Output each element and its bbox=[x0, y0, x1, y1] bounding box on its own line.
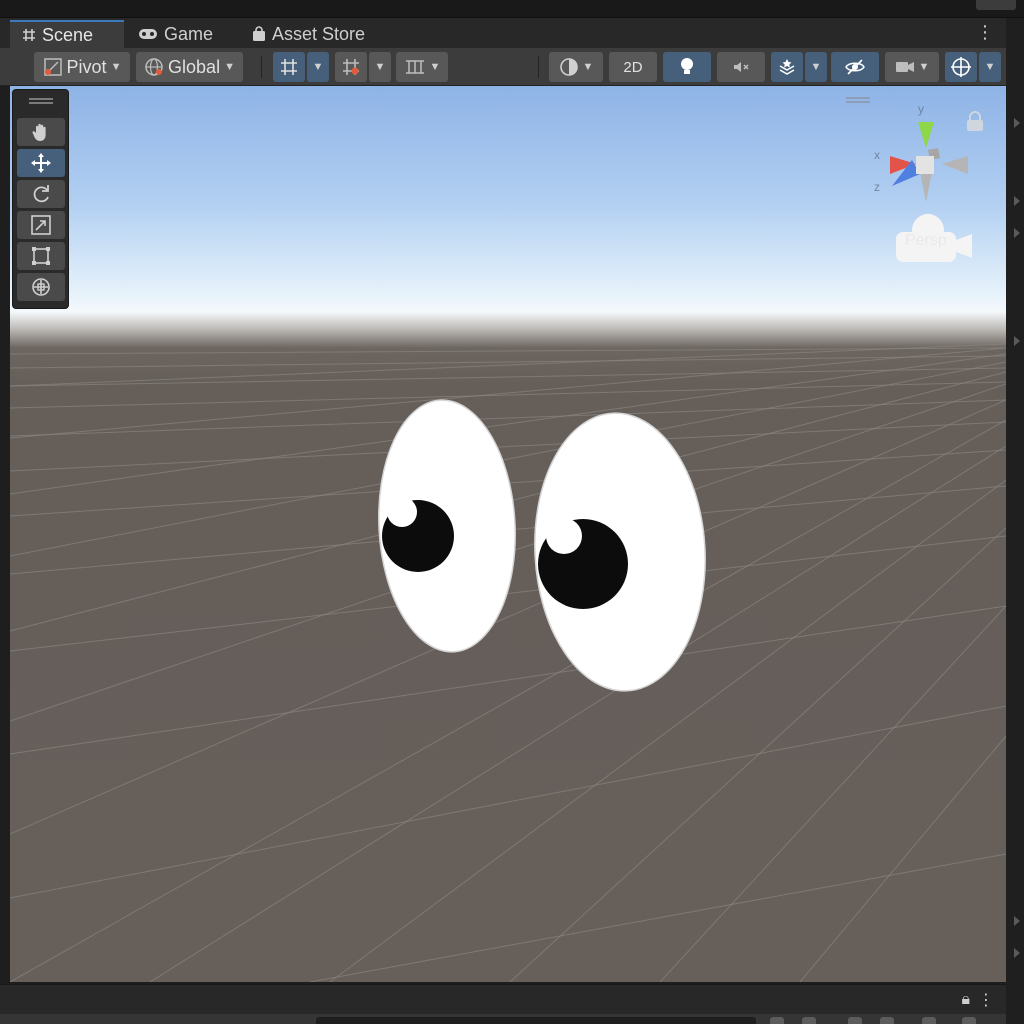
scale-tool-icon bbox=[31, 215, 51, 235]
tab-label: Game bbox=[164, 23, 214, 44]
lock-icon[interactable]: 🔒︎ bbox=[961, 991, 970, 1009]
pivot-icon bbox=[43, 58, 62, 76]
chevron-right-icon[interactable] bbox=[1014, 228, 1020, 238]
editor-top-strip bbox=[0, 0, 1024, 18]
toolbar-icon[interactable] bbox=[962, 1017, 976, 1024]
scene-toolbar: Pivot ▼ Global ▼ ▼ ▼ ▼ ▼ 2D ▼ ▼ ▼ bbox=[0, 48, 1006, 86]
palette-grip-icon[interactable] bbox=[29, 98, 53, 104]
adjacent-panel-edge bbox=[1006, 18, 1024, 1024]
pivot-label: Pivot bbox=[66, 56, 107, 77]
googly-eyes[interactable] bbox=[372, 397, 712, 696]
chevron-down-icon: ▼ bbox=[429, 61, 441, 73]
kebab-menu-icon[interactable]: ⋮ bbox=[978, 990, 994, 1010]
global-icon bbox=[145, 58, 163, 76]
toolbar-separator bbox=[538, 56, 539, 78]
chevron-down-icon: ▼ bbox=[110, 61, 122, 73]
move-tool-button[interactable] bbox=[17, 149, 65, 177]
mode-2d-label: 2D bbox=[623, 58, 643, 76]
gizmos-toggle[interactable] bbox=[945, 52, 977, 82]
chevron-right-icon[interactable] bbox=[1014, 118, 1020, 128]
toolbar-icon[interactable] bbox=[770, 1017, 784, 1024]
lighting-toggle[interactable] bbox=[663, 52, 711, 82]
gizmos-dropdown[interactable]: ▼ bbox=[979, 52, 1001, 82]
ruler-icon bbox=[405, 60, 424, 74]
effects-dropdown[interactable]: ▼ bbox=[805, 52, 827, 82]
rect-tool-icon bbox=[32, 247, 50, 265]
lock-icon[interactable] bbox=[962, 110, 988, 132]
tab-label: Scene bbox=[42, 24, 94, 45]
grid-snap-button[interactable] bbox=[273, 52, 305, 82]
chevron-down-icon: ▼ bbox=[374, 61, 386, 73]
chevron-down-icon: ▼ bbox=[984, 61, 996, 73]
tool-palette bbox=[12, 89, 69, 309]
tab-game[interactable]: Game bbox=[126, 20, 238, 48]
effects-icon bbox=[779, 59, 795, 75]
right-eye-highlight bbox=[546, 518, 582, 554]
toolbar-separator bbox=[261, 56, 262, 78]
light-bulb-icon bbox=[681, 58, 693, 74]
overlay-grip-icon[interactable] bbox=[846, 97, 870, 103]
search-input[interactable] bbox=[316, 1017, 756, 1024]
orientation-gizmo[interactable]: y x z bbox=[870, 98, 983, 278]
scene-visibility-toggle[interactable] bbox=[831, 52, 879, 82]
increment-snap-icon bbox=[343, 59, 359, 75]
scene-camera-dropdown[interactable]: ▼ bbox=[885, 52, 939, 82]
chevron-right-icon[interactable] bbox=[1014, 916, 1020, 926]
tab-asset-store[interactable]: Asset Store bbox=[240, 20, 390, 48]
audio-mute-icon bbox=[734, 62, 749, 72]
chevron-down-icon: ▼ bbox=[582, 61, 594, 73]
play-button-fragment[interactable] bbox=[976, 0, 1016, 10]
grid-snap-icon bbox=[281, 59, 297, 75]
transform-tool-icon bbox=[32, 278, 50, 296]
grid-snap-dropdown[interactable]: ▼ bbox=[307, 52, 329, 82]
move-tool-icon bbox=[31, 153, 51, 173]
kebab-menu-icon[interactable]: ⋮ bbox=[976, 22, 994, 43]
chevron-down-icon: ▼ bbox=[224, 61, 235, 73]
toolbar-icon[interactable] bbox=[802, 1017, 816, 1024]
chevron-right-icon[interactable] bbox=[1014, 948, 1020, 958]
chevron-down-icon: ▼ bbox=[312, 61, 324, 73]
shading-mode-dropdown[interactable]: ▼ bbox=[549, 52, 603, 82]
bottom-panel-header: 🔒︎ ⋮ bbox=[0, 984, 1006, 1014]
global-dropdown[interactable]: Global ▼ bbox=[136, 52, 243, 82]
grid-hash-icon bbox=[23, 29, 35, 41]
toolbar-icon[interactable] bbox=[922, 1017, 936, 1024]
global-label: Global bbox=[168, 56, 221, 77]
ruler-dropdown[interactable]: ▼ bbox=[396, 52, 448, 82]
shading-mode-icon bbox=[559, 58, 578, 76]
ground-grid bbox=[10, 341, 1006, 982]
tab-label: Asset Store bbox=[272, 23, 366, 44]
chevron-right-icon[interactable] bbox=[1014, 196, 1020, 206]
gizmos-icon bbox=[951, 57, 971, 77]
toolbar-icon[interactable] bbox=[880, 1017, 894, 1024]
hand-tool-button[interactable] bbox=[17, 118, 65, 146]
mode-2d-button[interactable]: 2D bbox=[609, 52, 657, 82]
toolbar-icon[interactable] bbox=[848, 1017, 862, 1024]
hand-tool-icon bbox=[32, 123, 46, 141]
chevron-right-icon[interactable] bbox=[1014, 336, 1020, 346]
tab-scene[interactable]: Scene bbox=[10, 20, 124, 48]
chevron-down-icon: ▼ bbox=[810, 61, 822, 73]
increment-snap-dropdown[interactable]: ▼ bbox=[369, 52, 391, 82]
scene-viewport[interactable] bbox=[10, 86, 1006, 982]
audio-toggle[interactable] bbox=[717, 52, 765, 82]
left-eye-highlight bbox=[387, 497, 417, 527]
rect-tool-button[interactable] bbox=[17, 242, 65, 270]
hidden-objects-icon bbox=[845, 59, 865, 75]
increment-snap-button[interactable] bbox=[335, 52, 367, 82]
scale-tool-button[interactable] bbox=[17, 211, 65, 239]
transform-tool-button[interactable] bbox=[17, 273, 65, 301]
rotate-tool-icon bbox=[33, 185, 49, 203]
gamepad-icon bbox=[139, 29, 157, 39]
scene-camera-icon bbox=[895, 62, 914, 72]
pivot-dropdown[interactable]: Pivot ▼ bbox=[34, 52, 130, 82]
scene-tab-bar: Scene Game Asset Store ⋮ bbox=[0, 18, 1006, 48]
chevron-down-icon: ▼ bbox=[918, 61, 930, 73]
projection-label[interactable]: Persp bbox=[905, 232, 947, 250]
bottom-panel-toolbar-fragment bbox=[0, 1014, 1006, 1024]
shopping-bag-icon bbox=[253, 26, 265, 41]
effects-toggle[interactable] bbox=[771, 52, 803, 82]
rotate-tool-button[interactable] bbox=[17, 180, 65, 208]
